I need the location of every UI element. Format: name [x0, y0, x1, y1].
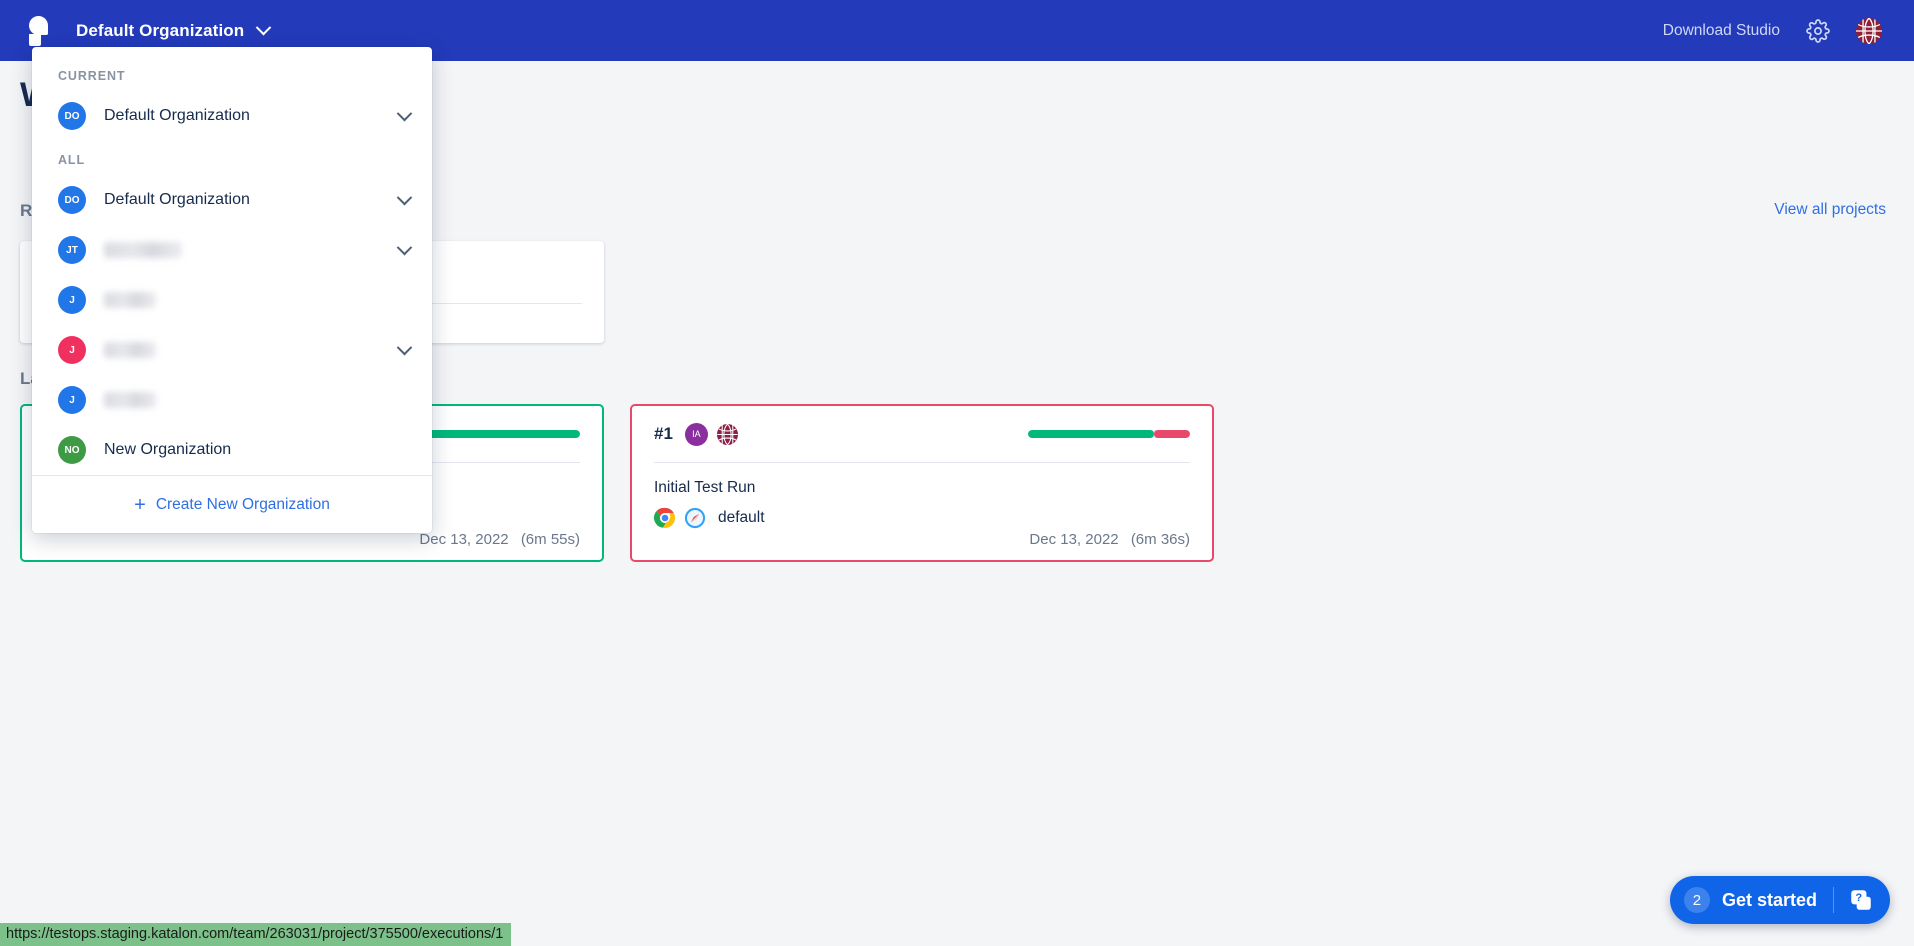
- organization-name: Default Organization: [104, 107, 250, 124]
- chevron-down-icon[interactable]: [396, 105, 413, 121]
- help-chat-icon[interactable]: ?: [1848, 887, 1874, 913]
- avatar[interactable]: [1856, 17, 1882, 44]
- safari-icon: [684, 507, 706, 529]
- run-footer: Dec 13, 2022 (6m 55s): [419, 531, 580, 548]
- organization-current-list: DO Default Organization: [32, 91, 432, 141]
- get-started-count: 2: [1683, 887, 1710, 913]
- download-studio-link[interactable]: Download Studio: [1663, 22, 1780, 40]
- run-card-body: Initial Test Run default: [632, 463, 1212, 529]
- run-environment: default: [718, 509, 765, 526]
- organization-dropdown-menu: CURRENT DO Default Organization ALL DO Def…: [32, 47, 432, 533]
- run-progress-bar: [418, 430, 580, 438]
- katalon-globe-icon: [716, 423, 739, 446]
- run-footer: Dec 13, 2022 (6m 36s): [1029, 531, 1190, 548]
- organization-menu-item[interactable]: JT: [32, 225, 432, 275]
- organization-menu-item[interactable]: DO Default Organization: [32, 175, 432, 225]
- organization-name-redacted: [104, 292, 156, 308]
- gear-icon[interactable]: [1806, 18, 1830, 43]
- run-duration: (6m 55s): [520, 531, 580, 548]
- organization-menu-item[interactable]: DO Default Organization: [32, 91, 432, 141]
- create-new-organization-label: Create New Organization: [155, 495, 330, 513]
- plus-icon: +: [134, 493, 146, 516]
- run-progress-bar: [1028, 430, 1190, 438]
- avatar: DO: [58, 102, 86, 130]
- avatar: JT: [58, 236, 86, 264]
- top-bar-actions: Download Studio: [1663, 17, 1888, 44]
- organization-name-redacted: [104, 392, 156, 408]
- get-started-button[interactable]: 2 Get started ?: [1669, 876, 1890, 924]
- svg-text:?: ?: [1856, 892, 1863, 904]
- run-duration: (6m 36s): [1130, 531, 1190, 548]
- organization-switcher-button[interactable]: Default Organization: [70, 17, 275, 45]
- create-new-organization-button[interactable]: + Create New Organization: [32, 475, 432, 533]
- organization-menu-item[interactable]: J: [32, 375, 432, 425]
- run-card-header: #1 IA: [632, 406, 1212, 462]
- organization-menu-item[interactable]: NO New Organization: [32, 425, 432, 475]
- avatar: DO: [58, 186, 86, 214]
- organization-all-list: DO Default Organization JT J J J NO New Organiz…: [32, 175, 432, 475]
- run-card-failed[interactable]: #1 IA Initial Test Run default Dec 13, 2…: [630, 404, 1214, 562]
- avatar: NO: [58, 436, 86, 464]
- chevron-down-icon: [255, 19, 272, 36]
- chevron-down-icon[interactable]: [396, 239, 413, 255]
- view-all-projects-link[interactable]: View all projects: [1774, 201, 1886, 219]
- chrome-icon: [654, 507, 676, 529]
- chevron-down-icon[interactable]: [396, 339, 413, 355]
- avatar: J: [58, 386, 86, 414]
- status-bar-url: https://testops.staging.katalon.com/team…: [0, 923, 512, 946]
- menu-section-current-label: CURRENT: [58, 69, 126, 83]
- organization-name: New Organization: [104, 441, 232, 458]
- run-browsers: default: [654, 507, 1190, 529]
- menu-section-all-label: ALL: [58, 153, 85, 167]
- organization-name-redacted: [104, 242, 182, 258]
- katalon-logo-icon[interactable]: [26, 15, 52, 46]
- avatar: J: [58, 336, 86, 364]
- organization-menu-item[interactable]: J: [32, 275, 432, 325]
- run-title: Initial Test Run: [654, 479, 756, 496]
- organization-name-redacted: [104, 342, 156, 358]
- run-id: #1: [654, 424, 673, 443]
- organization-name: Default Organization: [76, 20, 245, 40]
- chevron-down-icon[interactable]: [396, 189, 413, 205]
- divider: [1833, 887, 1834, 913]
- get-started-label: Get started: [1721, 889, 1817, 910]
- avatar: J: [58, 286, 86, 314]
- run-date: Dec 13, 2022: [419, 531, 509, 548]
- organization-menu-item[interactable]: J: [32, 325, 432, 375]
- organization-name: Default Organization: [104, 191, 250, 208]
- avatar: IA: [684, 422, 708, 446]
- run-date: Dec 13, 2022: [1029, 531, 1119, 548]
